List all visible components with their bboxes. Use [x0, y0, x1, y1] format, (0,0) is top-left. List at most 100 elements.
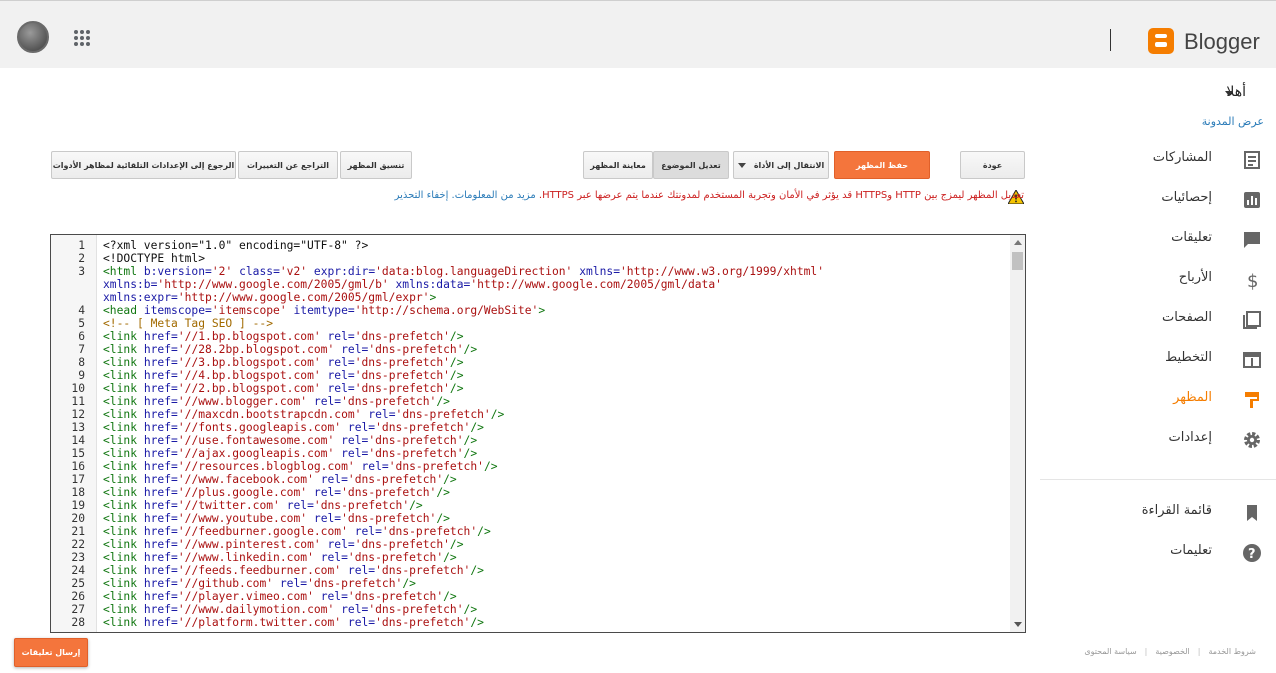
line-text[interactable]: <link href='//4.bp.blogspot.com' rel='dn… [103, 369, 464, 382]
line-text[interactable]: <link href='//plus.google.com' rel='dns-… [103, 486, 450, 499]
code-line[interactable]: 3 <html b:version='2' class='v2' expr:dir… [51, 265, 1011, 278]
code-line[interactable]: 10 <link href='//2.bp.blogspot.com' rel='… [51, 382, 1011, 395]
save-theme-button[interactable]: حفظ المظهر [834, 151, 930, 179]
code-line[interactable]: xmlns:expr='http://www.google.com/2005/g… [51, 291, 1011, 304]
learn-more-link[interactable]: مزيد من المعلومات. [452, 190, 536, 201]
line-text[interactable]: <link href='//www.blogger.com' rel='dns-… [103, 395, 450, 408]
code-line[interactable]: 7 <link href='//28.2bp.blogspot.com' rel=… [51, 343, 1011, 356]
line-text[interactable]: xmlns:expr='http://www.google.com/2005/g… [103, 291, 436, 304]
line-text[interactable]: <link href='//fonts.googleapis.com' rel=… [103, 421, 484, 434]
reset-widgets-button[interactable]: الرجوع إلى الإعدادات التلقائية لمظاهر ال… [51, 151, 236, 179]
code-line[interactable]: 18 <link href='//plus.google.com' rel='dn… [51, 486, 1011, 499]
code-line[interactable]: 28 <link href='//platform.twitter.com' re… [51, 616, 1011, 629]
line-number: 14 [71, 434, 85, 447]
code-line[interactable]: 4 <head itemscope='itemscope' itemtype='h… [51, 304, 1011, 317]
code-line[interactable]: 6 <link href='//1.bp.blogspot.com' rel='d… [51, 330, 1011, 343]
edit-theme-button[interactable]: تعديل الموضوع [653, 151, 729, 179]
nav-item-posts[interactable]: المشاركات [1040, 140, 1276, 180]
line-text[interactable]: <link href='//feeds.feedburner.com' rel=… [103, 564, 484, 577]
privacy-link[interactable]: الخصوصية [1155, 647, 1189, 656]
code-line[interactable]: 5 <!-- [ Meta Tag SEO ] --> [51, 317, 1011, 330]
line-text[interactable]: <link href='//platform.twitter.com' rel=… [103, 616, 484, 629]
apps-grid-icon[interactable] [74, 30, 90, 46]
code-line[interactable]: 24 <link href='//feeds.feedburner.com' re… [51, 564, 1011, 577]
blogger-logo-icon[interactable] [1148, 28, 1174, 54]
nav-item-layout[interactable]: التخطيط [1040, 340, 1276, 380]
line-text[interactable]: <link href='//use.fontawesome.com' rel='… [103, 434, 477, 447]
editor-scrollbar[interactable] [1010, 235, 1025, 632]
line-text[interactable]: <link href='//twitter.com' rel='dns-pref… [103, 499, 423, 512]
code-line[interactable]: 16 <link href='//resources.blogblog.com' … [51, 460, 1011, 473]
code-line[interactable]: 9 <link href='//4.bp.blogspot.com' rel='d… [51, 369, 1011, 382]
nav-item-stats[interactable]: إحصائيات [1040, 180, 1276, 220]
code-line[interactable]: 20 <link href='//www.youtube.com' rel='dn… [51, 512, 1011, 525]
nav-item-comments[interactable]: تعليقات [1040, 220, 1276, 260]
content-policy-link[interactable]: سياسة المحتوى [1084, 647, 1136, 656]
nav-label: تعليقات [1171, 230, 1212, 245]
scroll-up-icon[interactable] [1014, 240, 1022, 245]
view-blog-link[interactable]: عرض المدونة [1202, 115, 1264, 128]
back-button[interactable]: عودة [960, 151, 1025, 179]
code-line[interactable]: 26 <link href='//player.vimeo.com' rel='d… [51, 590, 1011, 603]
line-text[interactable]: <link href='//maxcdn.bootstrapcdn.com' r… [103, 408, 504, 421]
code-line[interactable]: 11 <link href='//www.blogger.com' rel='dn… [51, 395, 1011, 408]
code-line[interactable]: 12 <link href='//maxcdn.bootstrapcdn.com'… [51, 408, 1011, 421]
format-theme-button[interactable]: تنسيق المظهر [340, 151, 412, 179]
scroll-down-icon[interactable] [1014, 622, 1022, 627]
line-text[interactable]: <link href='//3.bp.blogspot.com' rel='dn… [103, 356, 464, 369]
line-text[interactable]: <?xml version="1.0" encoding="UTF-8" ?> [103, 239, 368, 252]
code-line[interactable]: 25 <link href='//github.com' rel='dns-pre… [51, 577, 1011, 590]
brand-name[interactable]: Blogger [1184, 29, 1260, 55]
line-text[interactable]: <link href='//www.facebook.com' rel='dns… [103, 473, 457, 486]
code-line[interactable]: 22 <link href='//www.pinterest.com' rel='… [51, 538, 1011, 551]
nav-item-reading-list[interactable]: قائمة القراءة [1040, 493, 1276, 533]
user-avatar[interactable] [17, 21, 49, 53]
line-text[interactable]: <!-- [ Meta Tag SEO ] --> [103, 317, 273, 330]
send-feedback-button[interactable]: إرسال تعليقات [14, 638, 88, 667]
code-line[interactable]: xmlns:b='http://www.google.com/2005/gml/… [51, 278, 1011, 291]
jump-to-widget-label: الانتقال إلى الأداة [753, 160, 825, 170]
line-text[interactable]: <link href='//1.bp.blogspot.com' rel='dn… [103, 330, 464, 343]
scroll-thumb[interactable] [1012, 252, 1023, 270]
line-text[interactable]: <link href='//www.dailymotion.com' rel='… [103, 603, 477, 616]
jump-to-widget-dropdown[interactable]: الانتقال إلى الأداة [733, 151, 829, 179]
line-text[interactable]: <link href='//github.com' rel='dns-prefe… [103, 577, 416, 590]
line-text[interactable]: <link href='//2.bp.blogspot.com' rel='dn… [103, 382, 464, 395]
code-line[interactable]: 2 <!DOCTYPE html> [51, 252, 1011, 265]
caret-down-icon[interactable] [1225, 91, 1233, 96]
line-number: 7 [78, 343, 85, 356]
line-text[interactable]: <link href='//player.vimeo.com' rel='dns… [103, 590, 457, 603]
dismiss-warning-link[interactable]: إخفاء التحذير [395, 190, 449, 201]
nav-item-pages[interactable]: الصفحات [1040, 300, 1276, 340]
code-line[interactable]: 14 <link href='//use.fontawesome.com' rel… [51, 434, 1011, 447]
line-text[interactable]: <link href='//www.pinterest.com' rel='dn… [103, 538, 464, 551]
line-text[interactable]: <head itemscope='itemscope' itemtype='ht… [103, 304, 545, 317]
nav-item-help[interactable]: ? تعليمات [1040, 533, 1276, 573]
code-line[interactable]: 1 <?xml version="1.0" encoding="UTF-8" ?> [51, 239, 1011, 252]
code-line[interactable]: 17 <link href='//www.facebook.com' rel='d… [51, 473, 1011, 486]
line-text[interactable]: <link href='//ajax.googleapis.com' rel='… [103, 447, 477, 460]
line-text[interactable]: <link href='//www.youtube.com' rel='dns-… [103, 512, 450, 525]
code-lines[interactable]: 1 <?xml version="1.0" encoding="UTF-8" ?>… [51, 239, 1011, 629]
preview-theme-button[interactable]: معاينة المظهر [583, 151, 653, 179]
line-text[interactable]: <link href='//www.linkedin.com' rel='dns… [103, 551, 457, 564]
line-text[interactable]: xmlns:b='http://www.google.com/2005/gml/… [103, 278, 722, 291]
code-line[interactable]: 19 <link href='//twitter.com' rel='dns-pr… [51, 499, 1011, 512]
nav-item-theme[interactable]: المظهر [1040, 380, 1276, 420]
code-line[interactable]: 27 <link href='//www.dailymotion.com' rel… [51, 603, 1011, 616]
code-line[interactable]: 21 <link href='//feedburner.google.com' r… [51, 525, 1011, 538]
line-text[interactable]: <link href='//feedburner.google.com' rel… [103, 525, 491, 538]
code-line[interactable]: 13 <link href='//fonts.googleapis.com' re… [51, 421, 1011, 434]
line-text[interactable]: <!DOCTYPE html> [103, 252, 205, 265]
code-line[interactable]: 23 <link href='//www.linkedin.com' rel='d… [51, 551, 1011, 564]
line-text[interactable]: <link href='//resources.blogblog.com' re… [103, 460, 498, 473]
nav-item-earnings[interactable]: $ الأرباح [1040, 260, 1276, 300]
terms-link[interactable]: شروط الخدمة [1208, 647, 1256, 656]
line-text[interactable]: <link href='//28.2bp.blogspot.com' rel='… [103, 343, 477, 356]
code-line[interactable]: 8 <link href='//3.bp.blogspot.com' rel='d… [51, 356, 1011, 369]
nav-item-settings[interactable]: إعدادات [1040, 420, 1276, 460]
line-text[interactable]: <html b:version='2' class='v2' expr:dir=… [103, 265, 824, 278]
revert-changes-button[interactable]: التراجع عن التغييرات [238, 151, 338, 179]
code-editor[interactable]: 1 <?xml version="1.0" encoding="UTF-8" ?>… [50, 234, 1026, 633]
code-line[interactable]: 15 <link href='//ajax.googleapis.com' rel… [51, 447, 1011, 460]
